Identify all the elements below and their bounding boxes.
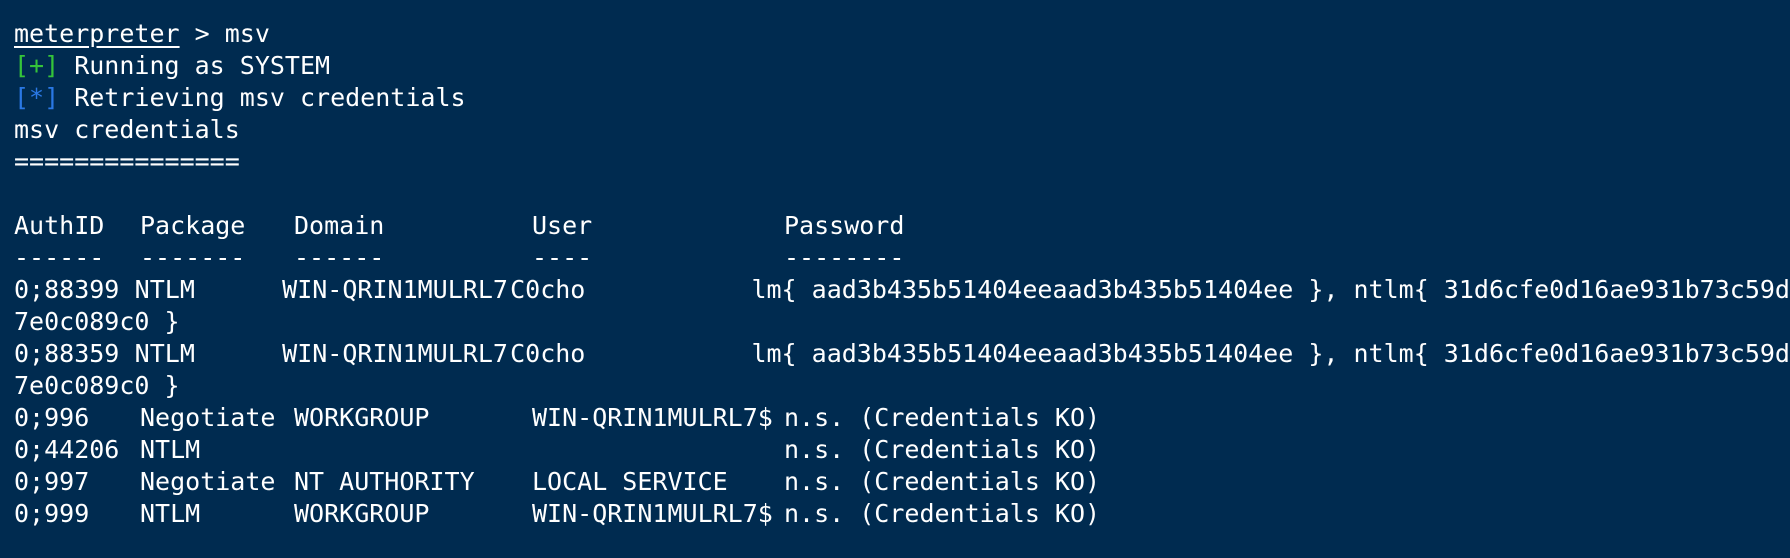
cell-authid: 0;997	[14, 467, 90, 496]
header-domain: Domain	[294, 211, 385, 240]
cell-password: lm{ aad3b435b51404eeaad3b435b51404ee }, …	[751, 275, 1790, 304]
section-title: msv credentials	[14, 115, 240, 144]
table-row: 0;996 Negotiate WORKGROUP WIN-QRIN1MULRL…	[14, 402, 1790, 434]
separator-package: -------	[140, 243, 246, 272]
cell-authid: 0;44206	[14, 435, 120, 464]
cell-authid: 0;999	[14, 499, 90, 528]
cell-user: C0cho	[510, 275, 586, 304]
header-password: Password	[784, 211, 905, 240]
table-header-row: AuthID Package Domain User Password	[14, 210, 1790, 242]
info-marker: [*]	[14, 83, 60, 112]
separator-user: ----	[532, 243, 593, 272]
cell-domain: WIN-QRIN1MULRL7	[282, 275, 508, 304]
cell-password: lm{ aad3b435b51404eeaad3b435b51404ee }, …	[751, 339, 1790, 368]
header-user: User	[532, 211, 593, 240]
cell-user: WIN-QRIN1MULRL7$	[532, 403, 773, 432]
cell-package: Negotiate	[140, 467, 276, 496]
separator-authid: ------	[14, 243, 105, 272]
section-underline: ===============	[14, 147, 240, 176]
cell-user: C0cho	[510, 339, 586, 368]
cell-package: Negotiate	[140, 403, 276, 432]
cell-package: NTLM	[134, 275, 195, 304]
cell-package: NTLM	[140, 499, 201, 528]
cell-user	[532, 434, 784, 466]
status-text: Retrieving msv credentials	[59, 83, 466, 112]
cell-package: NTLM	[140, 435, 201, 464]
table-row: 0;997 Negotiate NT AUTHORITY LOCAL SERVI…	[14, 466, 1790, 498]
separator-password: --------	[784, 243, 905, 272]
cell-domain: WORKGROUP	[294, 403, 430, 432]
prompt-command: msv	[224, 19, 270, 48]
cell-password: n.s. (Credentials KO)	[784, 435, 1101, 464]
cell-authid: 0;996	[14, 403, 90, 432]
table-row: 0;44206 NTLM n.s. (Credentials KO)	[14, 434, 1790, 466]
cell-domain: WIN-QRIN1MULRL7	[282, 339, 508, 368]
status-message-info: [*] Retrieving msv credentials	[14, 82, 1790, 114]
header-package: Package	[140, 211, 246, 240]
prompt-separator: >	[179, 19, 225, 48]
separator-domain: ------	[294, 243, 385, 272]
cell-password-wrap: 7e0c089c0 }	[14, 307, 180, 336]
success-marker: [+]	[14, 51, 60, 80]
cell-authid: 0;88359	[14, 339, 120, 368]
table-separator-row: ------ ------- ------ ---- --------	[14, 242, 1790, 274]
status-text: Running as SYSTEM	[59, 51, 331, 80]
cell-password-wrap: 7e0c089c0 }	[14, 371, 180, 400]
status-message-success: [+] Running as SYSTEM	[14, 50, 1790, 82]
cell-package: NTLM	[134, 339, 195, 368]
table-row: 0;88399 NTLM WIN-QRIN1MULRL7 C0cho lm{ a…	[14, 274, 1790, 306]
cell-domain: WORKGROUP	[294, 499, 430, 528]
cell-password: n.s. (Credentials KO)	[784, 467, 1101, 496]
cell-authid: 0;88399	[14, 275, 120, 304]
cell-user: LOCAL SERVICE	[532, 467, 728, 496]
header-authid: AuthID	[14, 211, 105, 240]
cell-domain	[294, 434, 532, 466]
terminal-window[interactable]: meterpreter > msv [+] Running as SYSTEM …	[0, 0, 1790, 558]
prompt-name: meterpreter	[14, 19, 180, 48]
cell-user: WIN-QRIN1MULRL7$	[532, 499, 773, 528]
table-row: 0;88359 NTLM WIN-QRIN1MULRL7 C0cho lm{ a…	[14, 338, 1790, 370]
prompt-line: meterpreter > msv	[14, 18, 1790, 50]
cell-domain: NT AUTHORITY	[294, 467, 475, 496]
cell-password: n.s. (Credentials KO)	[784, 499, 1101, 528]
cell-password: n.s. (Credentials KO)	[784, 403, 1101, 432]
table-row: 0;999 NTLM WORKGROUP WIN-QRIN1MULRL7$ n.…	[14, 498, 1790, 530]
